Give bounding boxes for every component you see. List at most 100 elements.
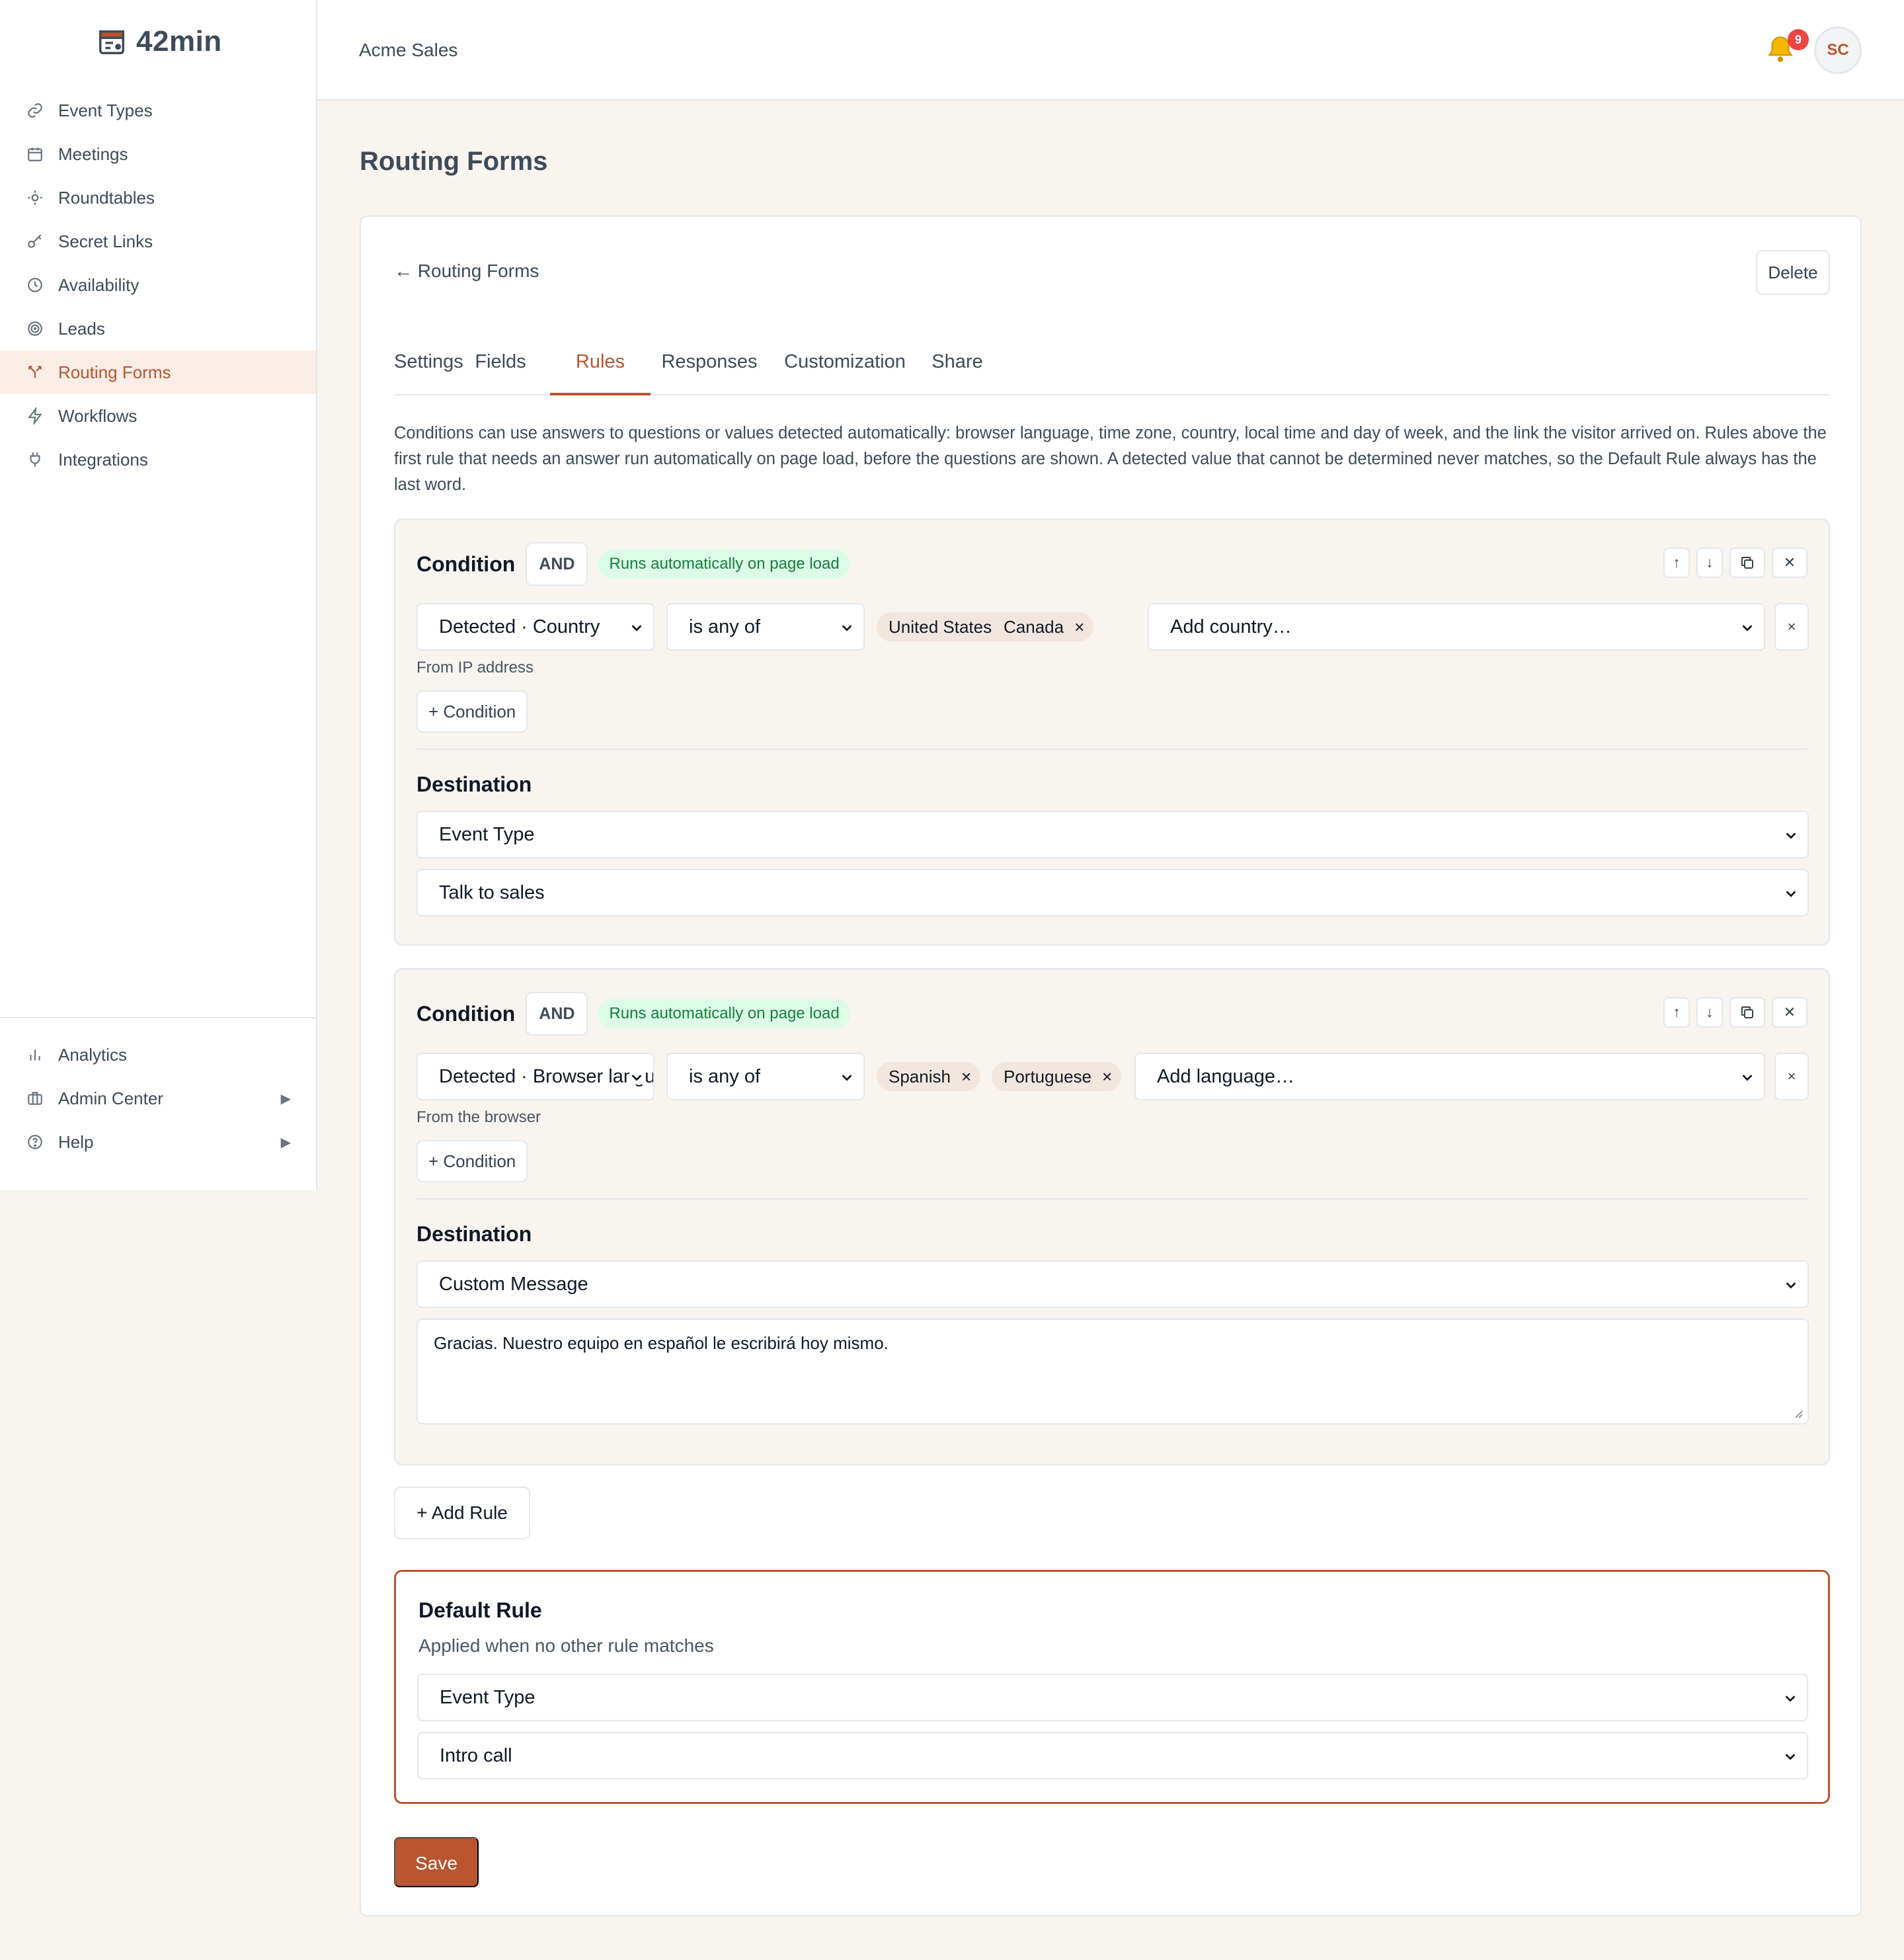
sidebar-item-label: Availability: [58, 274, 139, 295]
default-event-select[interactable]: Intro call: [417, 1732, 1808, 1779]
copy-icon: [1741, 557, 1753, 569]
select-value: is any of: [689, 1066, 760, 1087]
select-value: Add language…: [1157, 1066, 1294, 1087]
tab-fields[interactable]: Fields: [471, 328, 530, 395]
sidebar-item-label: Admin Center: [58, 1088, 163, 1108]
auto-run-badge: Runs automatically on page load: [598, 550, 850, 579]
page-title: Routing Forms: [360, 147, 548, 176]
remove-condition-button[interactable]: ×: [1774, 1053, 1809, 1100]
delete-rule-button[interactable]: ✕: [1772, 997, 1807, 1028]
sidebar-item-roundtables[interactable]: Roundtables: [0, 176, 316, 220]
avatar[interactable]: SC: [1814, 26, 1862, 74]
expand-caret-icon[interactable]: ▶: [281, 1090, 291, 1107]
destination-type-select[interactable]: Custom Message: [416, 1260, 1809, 1308]
tab-rules[interactable]: Rules: [550, 328, 651, 395]
clock-icon: [28, 278, 42, 292]
sidebar-item-label: Workflows: [58, 405, 138, 426]
value-chip: Spanish ×: [877, 1062, 981, 1091]
tab-share[interactable]: Share: [927, 328, 988, 395]
select-value: Event Type: [439, 824, 535, 845]
sidebar-item-secret-links[interactable]: Secret Links: [0, 220, 316, 263]
remove-chip-icon[interactable]: ×: [1074, 612, 1084, 641]
auto-run-badge: Runs automatically on page load: [598, 999, 850, 1028]
chevron-down-icon: [1785, 1754, 1796, 1760]
sidebar-item-workflows[interactable]: Workflows: [0, 394, 316, 438]
sidebar-item-meetings[interactable]: Meetings: [0, 132, 316, 176]
logic-toggle[interactable]: AND: [526, 542, 588, 586]
chip-label: United States: [889, 617, 992, 637]
custom-message-textarea[interactable]: Gracias. Nuestro equipo en español le es…: [416, 1319, 1809, 1424]
tab-customization[interactable]: Customization: [780, 328, 910, 395]
add-condition-button[interactable]: + Condition: [416, 1140, 528, 1182]
delete-rule-button[interactable]: ✕: [1772, 548, 1807, 578]
sidebar-item-label: Meetings: [58, 143, 128, 164]
divider: [416, 749, 1807, 750]
sidebar-bottom-nav: Analytics Admin Center ▶ Help ▶: [0, 1017, 316, 1164]
select-value: Detected · Browser language: [439, 1066, 654, 1087]
logic-toggle[interactable]: AND: [526, 992, 588, 1036]
destination-event-select[interactable]: Talk to sales: [416, 869, 1809, 917]
condition-hint: From the browser: [416, 1108, 541, 1126]
remove-chip-icon[interactable]: ×: [1102, 1062, 1112, 1091]
duplicate-button[interactable]: [1729, 997, 1765, 1028]
condition-field-select[interactable]: Detected · Country: [416, 603, 654, 651]
move-down-button[interactable]: ↓: [1696, 997, 1723, 1028]
sidebar-item-routing-forms[interactable]: Routing Forms: [0, 350, 316, 394]
logo[interactable]: 42min: [97, 25, 222, 58]
default-type-select[interactable]: Event Type: [417, 1674, 1808, 1721]
condition-title: Condition: [416, 1001, 516, 1026]
rule-header: Condition AND Runs automatically on page…: [416, 992, 850, 1036]
divider: [416, 1198, 1807, 1200]
chevron-down-icon: [629, 1070, 644, 1084]
add-rule-button[interactable]: + Add Rule: [394, 1487, 530, 1539]
move-up-button[interactable]: ↑: [1663, 548, 1690, 578]
move-up-button[interactable]: ↑: [1663, 997, 1690, 1028]
top-bar: Acme Sales 9 SC: [317, 0, 1904, 101]
bolt-icon: [28, 407, 42, 425]
chevron-down-icon: [842, 1075, 852, 1081]
select-value: Add country…: [1170, 616, 1292, 637]
move-down-button[interactable]: ↓: [1696, 548, 1723, 578]
resize-grip-icon[interactable]: [1793, 1409, 1804, 1419]
chevron-down-icon: [1786, 833, 1796, 839]
add-value-select[interactable]: Add country…: [1148, 603, 1765, 651]
tab-responses[interactable]: Responses: [661, 328, 758, 395]
back-link[interactable]: ← Routing Forms: [394, 261, 539, 282]
sidebar-item-help[interactable]: Help ▶: [0, 1120, 316, 1164]
remove-chip-icon[interactable]: ×: [961, 1062, 971, 1091]
roundtable-icon: [28, 190, 42, 205]
condition-field-select[interactable]: Detected · Browser language: [416, 1053, 654, 1100]
sidebar-item-leads[interactable]: Leads: [0, 307, 316, 350]
chip-label: Spanish: [889, 1067, 951, 1086]
expand-caret-icon[interactable]: ▶: [281, 1134, 291, 1151]
remove-condition-button[interactable]: ×: [1774, 603, 1809, 651]
condition-operator-select[interactable]: is any of: [666, 603, 865, 651]
select-value: Custom Message: [439, 1274, 588, 1295]
condition-operator-select[interactable]: is any of: [666, 1053, 865, 1100]
sidebar-item-analytics[interactable]: Analytics: [0, 1033, 316, 1077]
chevron-down-icon: [1742, 1075, 1753, 1081]
rules-description: Conditions can use answers to questions …: [394, 424, 1827, 494]
add-value-select[interactable]: Add language…: [1134, 1053, 1765, 1100]
default-rule-card: Default Rule Applied when no other rule …: [394, 1570, 1830, 1804]
link-icon: [28, 103, 42, 118]
value-chip: Portuguese ×: [992, 1062, 1122, 1091]
duplicate-button[interactable]: [1729, 548, 1765, 578]
sidebar-item-availability[interactable]: Availability: [0, 263, 316, 307]
plug-icon: [30, 452, 40, 467]
sidebar-item-label: Integrations: [58, 449, 148, 470]
destination-type-select[interactable]: Event Type: [416, 811, 1809, 858]
chip-label: Portuguese: [1004, 1067, 1091, 1086]
tab-settings[interactable]: Settings: [394, 328, 463, 395]
add-condition-button[interactable]: + Condition: [416, 690, 528, 733]
rule-card: Condition AND Runs automatically on page…: [394, 968, 1830, 1465]
organization-name: Acme Sales: [359, 40, 458, 60]
sidebar-item-event-types[interactable]: Event Types: [0, 89, 316, 132]
copy-icon: [1741, 1006, 1753, 1018]
save-button[interactable]: Save: [394, 1837, 479, 1887]
delete-button[interactable]: Delete: [1756, 250, 1830, 295]
sidebar-item-admin-center[interactable]: Admin Center ▶: [0, 1077, 316, 1120]
notification-count-badge: 9: [1788, 29, 1809, 50]
sidebar-item-integrations[interactable]: Integrations: [0, 438, 316, 481]
sidebar-item-label: Roundtables: [58, 187, 155, 208]
